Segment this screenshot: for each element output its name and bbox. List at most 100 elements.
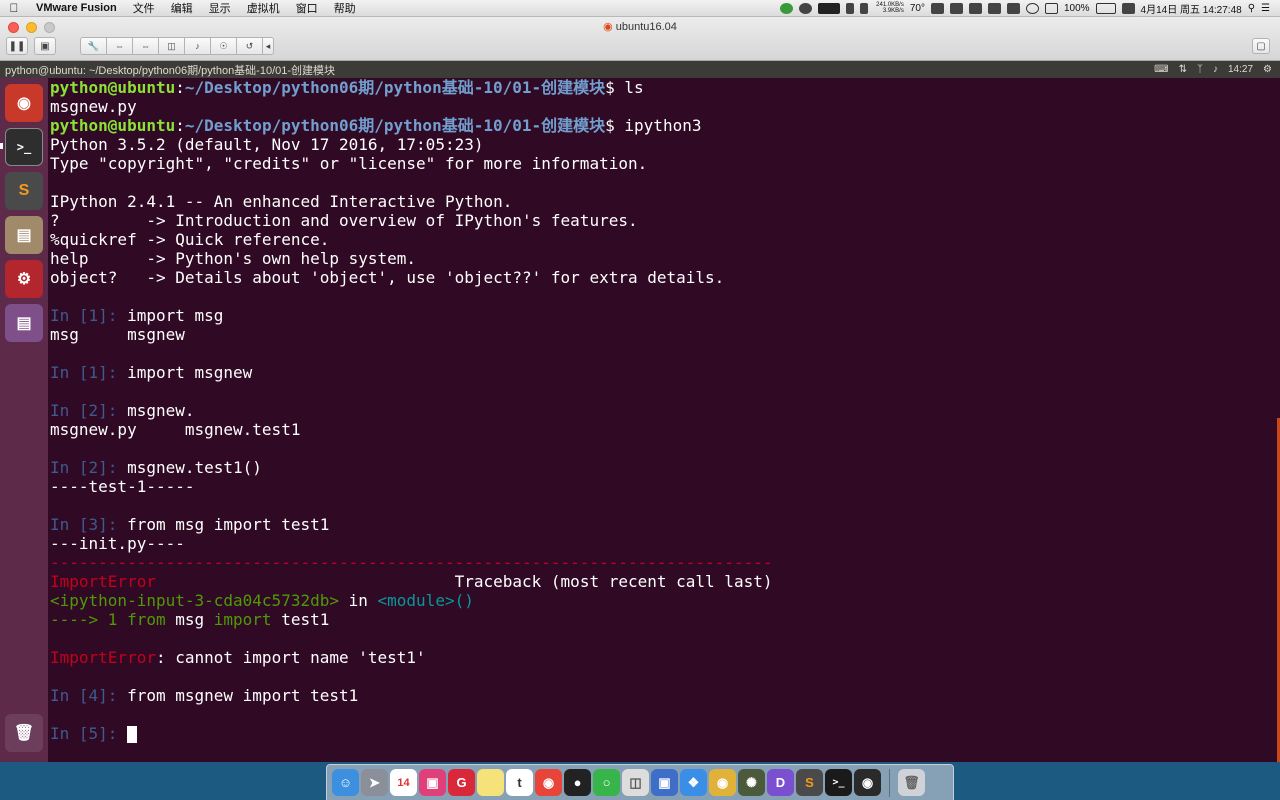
vm-ubuntu-icon: ◉: [603, 21, 613, 33]
terminal-icon[interactable]: >_: [5, 128, 43, 166]
power-gear-icon[interactable]: ⚙: [1263, 64, 1272, 75]
status-icon-4[interactable]: [987, 2, 1001, 14]
in-prompt-end: ]:: [98, 401, 128, 420]
app-g-icon[interactable]: G: [448, 769, 475, 796]
ipython-input-line: In [3]: from msg import test1: [50, 515, 1280, 534]
settings-wrench-icon[interactable]: 🔧: [80, 37, 106, 55]
network-updown-icon[interactable]: ⇅: [1179, 64, 1187, 75]
terminal-app-icon[interactable]: >_: [825, 769, 852, 796]
keyword-import: import: [213, 610, 272, 629]
battery-icon[interactable]: [1095, 2, 1116, 14]
fullscreen-button[interactable]: ▢: [1252, 38, 1270, 54]
ubuntu-logo-icon[interactable]: ◉: [5, 84, 43, 122]
ubuntu-top-panel: python@ubuntu: ~/Desktop/python06期/pytho…: [0, 61, 1280, 78]
clock[interactable]: 4月14日 周五 14:27:48: [1141, 1, 1242, 16]
prompt-user: python@ubuntu: [50, 78, 176, 97]
share-icon[interactable]: ↺: [236, 37, 262, 55]
sublime-text-icon[interactable]: S: [5, 172, 43, 210]
scissors-icon[interactable]: [859, 2, 868, 14]
banner-line: Type "copyright", "credits" or "license"…: [50, 154, 648, 173]
error-name: ImportError: [50, 572, 156, 591]
trash-icon[interactable]: 🗑: [5, 714, 43, 752]
menu-window[interactable]: 窗口: [288, 0, 326, 16]
mac-dock: ☺ ➤ 14 ▣ G t ◉ ● ○ ◫ ▣ ❖ ◉ ✺ D S >_ ◉ 🗑: [326, 764, 954, 800]
traceback-arrow: ----> 1: [50, 610, 128, 629]
qq-icon[interactable]: ●: [564, 769, 591, 796]
vmware-icon[interactable]: ▣: [651, 769, 678, 796]
menu-view[interactable]: 显示: [201, 0, 239, 16]
volume-icon[interactable]: ♪: [1213, 64, 1218, 75]
preview-icon[interactable]: ◫: [622, 769, 649, 796]
sound-icon[interactable]: ♪: [184, 37, 210, 55]
disk-icon[interactable]: ◫: [158, 37, 184, 55]
game-icon[interactable]: ✺: [738, 769, 765, 796]
menu-vm[interactable]: 虚拟机: [239, 0, 288, 16]
toolbar-more-icon[interactable]: ◂: [262, 37, 274, 55]
battery-percent[interactable]: 100%: [1064, 3, 1090, 14]
traceback-location: <ipython-input-3-cda04c5732db> in <modul…: [50, 591, 1280, 610]
launchpad-icon[interactable]: ➤: [361, 769, 388, 796]
status-icon-2[interactable]: [949, 2, 963, 14]
network-icon[interactable]: ⇔: [106, 37, 132, 55]
usb-icon[interactable]: ⇔: [132, 37, 158, 55]
prompt-command: $ ls: [605, 78, 644, 97]
apple-menu-icon[interactable]: : [0, 1, 28, 15]
status-icon-3[interactable]: [968, 2, 982, 14]
pause-vm-button[interactable]: ❚❚: [6, 37, 28, 55]
terminal-line: python@ubuntu:~/Desktop/python06期/python…: [50, 116, 1280, 135]
tumblr-icon[interactable]: t: [506, 769, 533, 796]
window-title-text: ubuntu16.04: [615, 21, 677, 33]
spotlight-icon[interactable]: ⚲: [1248, 3, 1255, 14]
wechat-icon[interactable]: ○: [593, 769, 620, 796]
in-prompt-end: ]:: [98, 306, 128, 325]
notification-center-icon[interactable]: ☰: [1261, 3, 1270, 14]
prompt-user: python@ubuntu: [50, 116, 176, 135]
input-code: from msg import test1: [127, 515, 330, 534]
ipython-input-line: In [1]: import msg: [50, 306, 1280, 325]
menu-help[interactable]: 帮助: [326, 0, 364, 16]
terminal-output[interactable]: python@ubuntu:~/Desktop/python06期/python…: [48, 78, 1280, 762]
monitor-icon[interactable]: [817, 2, 840, 14]
menu-edit[interactable]: 编辑: [163, 0, 201, 16]
usb-device-icon[interactable]: ☉: [210, 37, 236, 55]
dash-icon[interactable]: D: [767, 769, 794, 796]
menu-file[interactable]: 文件: [125, 0, 163, 16]
panel-clock[interactable]: 14:27: [1228, 64, 1253, 75]
in-prompt: In [: [50, 401, 89, 420]
input-method-icon[interactable]: [1121, 2, 1135, 14]
vmware-window-titlebar: ◉ ubuntu16.04 ❚❚ ▣ 🔧 ⇔ ⇔ ◫ ♪ ☉ ↺ ◂ ▢: [0, 17, 1280, 61]
code-module: msg: [165, 610, 214, 629]
status-icon-5[interactable]: [1006, 2, 1020, 14]
sublime-icon[interactable]: S: [796, 769, 823, 796]
app-status-icon[interactable]: [798, 2, 812, 14]
output-line: ----test-1-----: [50, 477, 195, 496]
snapshot-button[interactable]: ▣: [34, 37, 56, 55]
settings-icon[interactable]: ⚙: [5, 260, 43, 298]
window-icon[interactable]: ▤: [5, 304, 43, 342]
terminal-line: msgnew.py: [50, 97, 137, 116]
screen-icon[interactable]: ▣: [419, 769, 446, 796]
keyboard-icon[interactable]: ⌨: [1154, 64, 1168, 75]
dock-trash-icon[interactable]: 🗑: [898, 769, 925, 796]
airplay-icon[interactable]: [1044, 2, 1058, 14]
obs-icon[interactable]: ◉: [854, 769, 881, 796]
finder-icon[interactable]: ☺: [332, 769, 359, 796]
upload-icon[interactable]: [779, 2, 793, 14]
dock-separator: [889, 768, 890, 797]
banner-line: help -> Python's own help system.: [50, 249, 417, 268]
ipython-input-line-active[interactable]: In [5]:: [50, 724, 1280, 743]
chrome-icon[interactable]: ◉: [709, 769, 736, 796]
bluetooth-icon[interactable]: ᛉ: [1197, 64, 1203, 75]
file-manager-icon[interactable]: ▤: [5, 216, 43, 254]
status-icon-1[interactable]: [930, 2, 944, 14]
phone-icon[interactable]: [845, 2, 854, 14]
calendar-icon[interactable]: 14: [390, 769, 417, 796]
weibo-icon[interactable]: ◉: [535, 769, 562, 796]
app-menu[interactable]: VMware Fusion: [28, 2, 125, 14]
in-prompt-end: ]:: [98, 363, 128, 382]
wifi-icon[interactable]: [1025, 2, 1039, 14]
temperature[interactable]: 70°: [910, 3, 925, 14]
safari-icon[interactable]: ❖: [680, 769, 707, 796]
notes-icon[interactable]: [477, 769, 504, 796]
